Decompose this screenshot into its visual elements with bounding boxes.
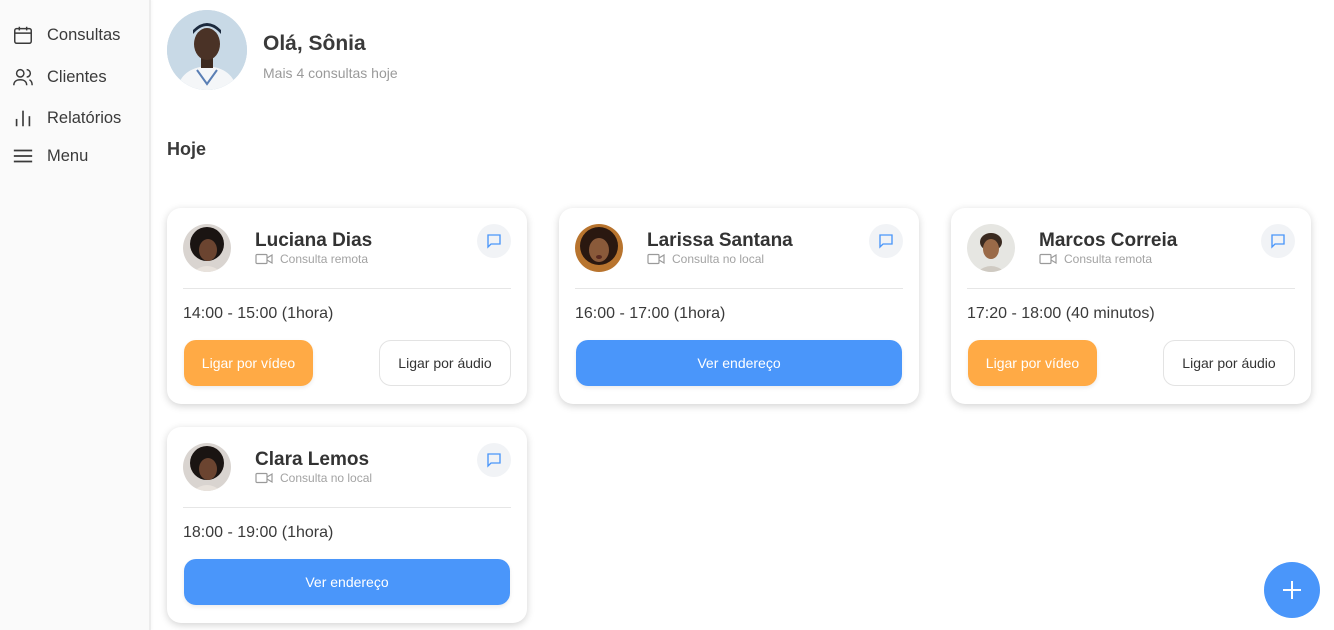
appointment-time: 14:00 - 15:00 (1hora) bbox=[183, 305, 334, 322]
patient-name: Marcos Correia bbox=[1039, 230, 1178, 251]
appointment-card: Luciana Dias Consulta remota 14:00 - 15:… bbox=[167, 208, 527, 404]
appointment-type-label: Consulta no local bbox=[280, 471, 373, 485]
section-title: Hoje bbox=[167, 139, 207, 159]
patient-name: Luciana Dias bbox=[255, 230, 373, 251]
video-camera-icon bbox=[1039, 253, 1057, 265]
appointment-type-label: Consulta no local bbox=[672, 252, 765, 266]
avatar bbox=[183, 224, 231, 272]
sidebar-item-consultas[interactable]: Consultas bbox=[11, 22, 120, 48]
patient-name: Larissa Santana bbox=[647, 230, 793, 251]
appointment-type: Consulta remota bbox=[255, 252, 368, 266]
divider bbox=[575, 288, 903, 289]
appointment-time: 18:00 - 19:00 (1hora) bbox=[183, 524, 334, 541]
appointment-card: Larissa Santana Consulta no local 16:00 … bbox=[559, 208, 919, 404]
audio-call-button[interactable]: Ligar por áudio bbox=[1163, 340, 1295, 386]
sidebar: Consultas Clientes Relatórios Menu bbox=[0, 0, 151, 630]
avatar bbox=[967, 224, 1015, 272]
divider bbox=[967, 288, 1295, 289]
chat-icon bbox=[879, 234, 893, 249]
divider bbox=[183, 288, 511, 289]
appointment-time: 17:20 - 18:00 (40 minutos) bbox=[967, 305, 1155, 322]
chat-button[interactable] bbox=[477, 224, 511, 258]
plus-icon bbox=[1283, 581, 1301, 599]
sidebar-item-menu[interactable]: Menu bbox=[11, 143, 88, 169]
subtitle: Mais 4 consultas hoje bbox=[263, 65, 398, 81]
bar-chart-icon bbox=[11, 106, 35, 130]
video-camera-icon bbox=[255, 472, 273, 484]
chat-button[interactable] bbox=[869, 224, 903, 258]
video-camera-icon bbox=[647, 253, 665, 265]
avatar bbox=[575, 224, 623, 272]
chat-button[interactable] bbox=[1261, 224, 1295, 258]
appointment-time: 16:00 - 17:00 (1hora) bbox=[575, 305, 726, 322]
view-address-button[interactable]: Ver endereço bbox=[576, 340, 902, 386]
chat-icon bbox=[1271, 234, 1285, 249]
sidebar-item-label: Consultas bbox=[47, 25, 121, 44]
appointment-type-label: Consulta remota bbox=[1064, 252, 1153, 266]
sidebar-item-clientes[interactable]: Clientes bbox=[11, 64, 107, 90]
appointment-type: Consulta no local bbox=[255, 471, 372, 485]
appointment-type: Consulta no local bbox=[647, 252, 764, 266]
appointment-card: Clara Lemos Consulta no local 18:00 - 19… bbox=[167, 427, 527, 623]
add-appointment-button[interactable] bbox=[1264, 562, 1320, 618]
calendar-icon bbox=[11, 23, 35, 47]
sidebar-item-label: Menu bbox=[47, 146, 89, 165]
greeting: Olá, Sônia bbox=[263, 32, 366, 55]
chat-button[interactable] bbox=[477, 443, 511, 477]
chat-icon bbox=[487, 453, 501, 468]
appointment-type-label: Consulta remota bbox=[280, 252, 369, 266]
patient-name: Clara Lemos bbox=[255, 449, 370, 470]
view-address-button[interactable]: Ver endereço bbox=[184, 559, 510, 605]
sidebar-item-relatorios[interactable]: Relatórios bbox=[11, 105, 121, 131]
appointment-type: Consulta remota bbox=[1039, 252, 1152, 266]
sidebar-item-label: Relatórios bbox=[47, 108, 122, 127]
users-icon bbox=[11, 65, 35, 89]
video-camera-icon bbox=[255, 253, 273, 265]
audio-call-button[interactable]: Ligar por áudio bbox=[379, 340, 511, 386]
video-call-button[interactable]: Ligar por vídeo bbox=[184, 340, 313, 386]
divider bbox=[183, 507, 511, 508]
appointment-card: Marcos Correia Consulta remota 17:20 - 1… bbox=[951, 208, 1311, 404]
menu-icon bbox=[11, 144, 35, 168]
avatar bbox=[183, 443, 231, 491]
sidebar-item-label: Clientes bbox=[47, 67, 107, 86]
avatar bbox=[167, 10, 247, 90]
chat-icon bbox=[487, 234, 501, 249]
video-call-button[interactable]: Ligar por vídeo bbox=[968, 340, 1097, 386]
